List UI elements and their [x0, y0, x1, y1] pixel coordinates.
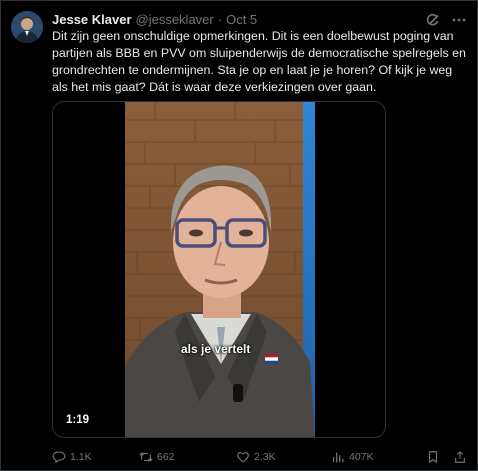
repost-button[interactable]: 662	[139, 448, 175, 466]
like-count: 2.3K	[254, 451, 276, 463]
video-frame	[125, 102, 315, 437]
reply-icon	[52, 451, 66, 463]
tweet-card[interactable]: Jesse Klaver @jesseklaver · Oct 5 Dit zi…	[0, 0, 478, 471]
repost-icon	[139, 452, 153, 462]
bookmark-icon	[428, 451, 438, 463]
author-name[interactable]: Jesse Klaver	[52, 12, 132, 27]
separator-dot: ·	[217, 11, 223, 27]
repost-count: 662	[157, 451, 175, 463]
like-button[interactable]: 2.3K	[236, 448, 276, 466]
like-icon	[237, 452, 249, 463]
tweet-date[interactable]: Oct 5	[226, 12, 257, 27]
views-icon	[333, 452, 344, 463]
share-button[interactable]	[453, 448, 471, 466]
share-icon	[455, 450, 465, 463]
video-frame-image	[125, 102, 315, 437]
avatar-photo	[11, 11, 43, 43]
video-player[interactable]: als je vertelt 1:19	[52, 101, 386, 438]
views-count: 407K	[349, 451, 374, 463]
tweet-header: Jesse Klaver @jesseklaver · Oct 5	[52, 9, 257, 29]
bookmark-button[interactable]	[426, 448, 444, 466]
avatar[interactable]	[11, 11, 43, 43]
tweet-actions: 1.1K 662 2.3K 407K	[52, 448, 472, 466]
tweet-text: Dit zijn geen onschuldige opmerkingen. D…	[52, 29, 466, 94]
author-handle[interactable]: @jesseklaver	[136, 12, 214, 27]
video-duration: 1:19	[66, 414, 90, 426]
more-icon[interactable]	[451, 12, 467, 28]
video-caption: als je vertelt	[181, 342, 251, 356]
reply-button[interactable]: 1.1K	[52, 448, 92, 466]
reply-count: 1.1K	[70, 451, 92, 463]
views-button[interactable]: 407K	[331, 448, 374, 466]
grok-icon[interactable]	[425, 12, 441, 28]
